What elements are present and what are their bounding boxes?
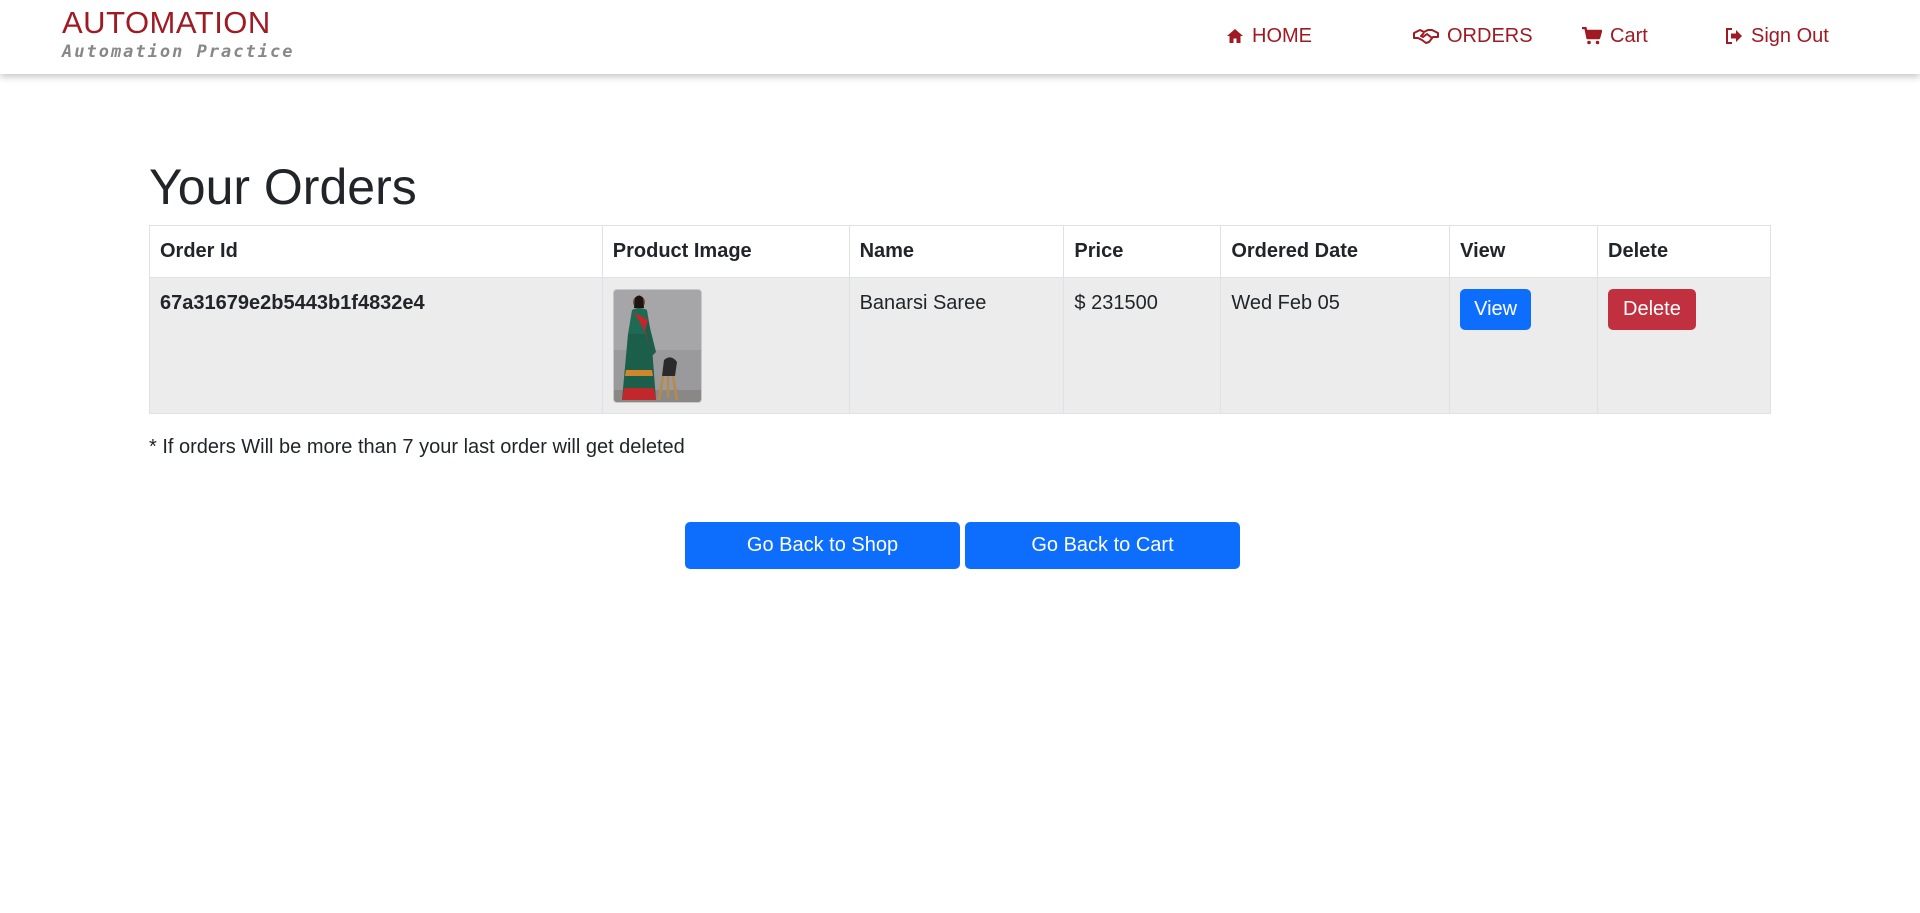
- go-back-to-shop-button[interactable]: Go Back to Shop: [685, 522, 960, 569]
- table-header-row: Order Id Product Image Name Price Ordere…: [149, 225, 1771, 278]
- nav-cart-link[interactable]: Cart: [1582, 0, 1648, 72]
- handshake-icon: [1413, 27, 1439, 45]
- product-name-cell: Banarsi Saree: [848, 277, 1065, 414]
- sign-out-icon: [1725, 28, 1743, 44]
- view-order-button[interactable]: View: [1460, 289, 1532, 330]
- nav-signout-link[interactable]: Sign Out: [1725, 0, 1829, 72]
- delete-order-button[interactable]: Delete: [1608, 289, 1696, 330]
- price-cell: $ 231500: [1063, 277, 1222, 414]
- orders-table: Order Id Product Image Name Price Ordere…: [149, 225, 1771, 414]
- col-header-ordered-date: Ordered Date: [1220, 225, 1451, 278]
- nav-cart-label: Cart: [1610, 24, 1648, 47]
- col-header-name: Name: [848, 225, 1065, 278]
- order-id-cell: 67a31679e2b5443b1f4832e4: [149, 277, 603, 414]
- col-header-price: Price: [1063, 225, 1222, 278]
- brand-subtitle: Automation Practice: [62, 42, 295, 62]
- ordered-date-cell: Wed Feb 05: [1220, 277, 1451, 414]
- nav-orders-label: ORDERS: [1447, 24, 1533, 47]
- go-back-to-cart-button[interactable]: Go Back to Cart: [965, 522, 1240, 569]
- view-cell: View: [1449, 277, 1599, 414]
- top-navbar: AUTOMATION Automation Practice HOME ORDE…: [0, 0, 1920, 74]
- page-title: Your Orders: [149, 159, 417, 215]
- shopping-cart-icon: [1582, 27, 1602, 45]
- col-header-view: View: [1449, 225, 1599, 278]
- col-header-order-id: Order Id: [149, 225, 603, 278]
- nav-signout-label: Sign Out: [1751, 24, 1829, 47]
- col-header-product-image: Product Image: [601, 225, 850, 278]
- brand-logo[interactable]: AUTOMATION Automation Practice: [62, 5, 294, 63]
- delete-cell: Delete: [1597, 277, 1771, 414]
- nav-home-link[interactable]: HOME: [1226, 0, 1312, 72]
- nav-orders-link[interactable]: ORDERS: [1413, 0, 1533, 72]
- table-row: 67a31679e2b5443b1f4832e4 Banarsi Saree $…: [149, 277, 1771, 414]
- product-thumbnail[interactable]: [612, 289, 702, 403]
- product-image-cell: [601, 277, 850, 414]
- brand-title: AUTOMATION: [62, 5, 271, 40]
- col-header-delete: Delete: [1597, 225, 1771, 278]
- home-icon: [1226, 28, 1244, 44]
- orders-limit-note: * If orders Will be more than 7 your las…: [149, 436, 685, 458]
- nav-home-label: HOME: [1252, 24, 1312, 47]
